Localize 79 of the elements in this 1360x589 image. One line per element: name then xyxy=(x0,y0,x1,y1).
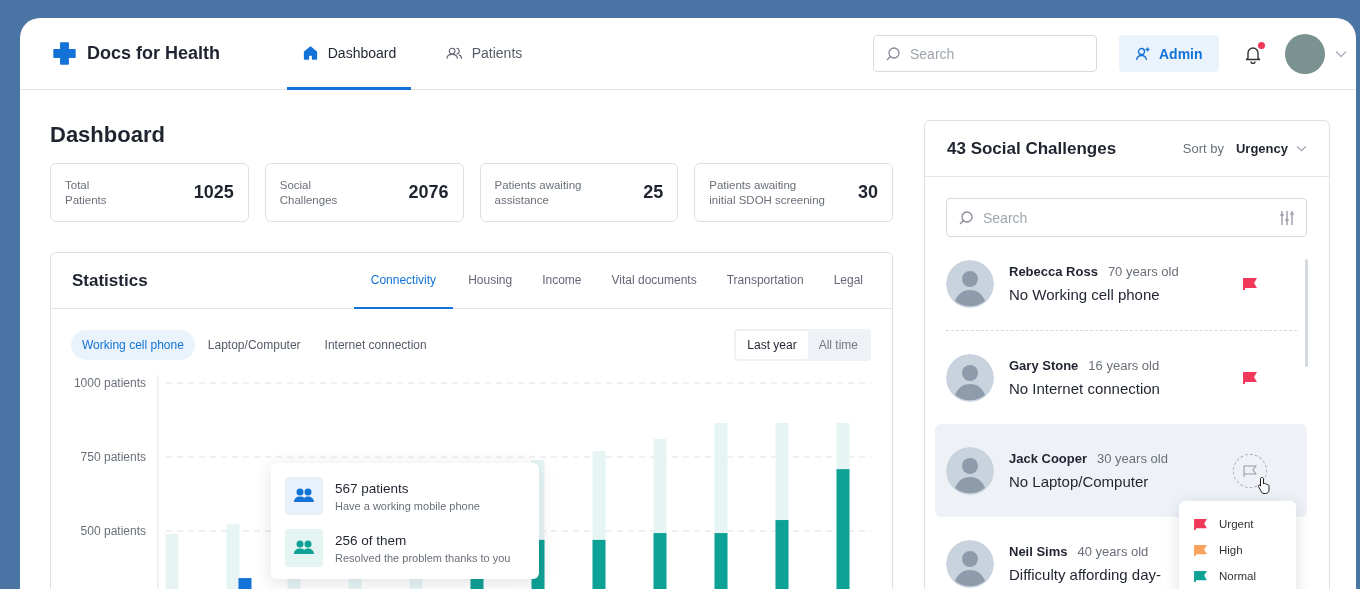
pointer-cursor-icon xyxy=(1257,476,1271,494)
category-tab[interactable]: Housing xyxy=(453,253,528,309)
filter-chip[interactable]: Internet connection xyxy=(313,330,438,360)
flag-outline-icon xyxy=(1243,464,1257,477)
patient-age: 16 years old xyxy=(1088,358,1160,373)
brand-name: Docs for Health xyxy=(87,43,221,64)
tooltip-value: 567 patients xyxy=(335,480,410,496)
challenge-item[interactable]: Neil Sims 40 years old Difficulty affording day- xyxy=(935,517,1174,589)
filter-chip[interactable]: Working cell phone xyxy=(71,330,195,360)
axis-label: 500 patients xyxy=(80,524,146,538)
search-field[interactable]: Search xyxy=(946,198,1307,237)
stat-label: Patients awaiting assistance xyxy=(494,177,582,208)
user-avatar[interactable] xyxy=(1284,33,1325,74)
home-icon xyxy=(301,44,319,61)
avatar-silhouette xyxy=(946,446,994,495)
chart-bar xyxy=(165,533,179,589)
chevron-down-icon[interactable] xyxy=(1334,49,1347,58)
category-tab[interactable]: Income xyxy=(527,253,597,309)
priority-option[interactable]: Normal xyxy=(1179,563,1296,589)
patient-age: 40 years old xyxy=(1077,544,1149,559)
stat-label: Patients awaiting initial SDOH screening xyxy=(709,177,825,208)
chevron-down-icon xyxy=(1296,145,1307,152)
page-title: Dashboard xyxy=(50,122,166,148)
avatar-silhouette xyxy=(946,539,994,588)
stat-value: 2076 xyxy=(408,182,449,203)
patient-name: Gary Stone xyxy=(1009,358,1079,373)
avatar-silhouette xyxy=(946,353,994,402)
challenge-issue: Difficulty affording day- xyxy=(1009,566,1162,583)
category-tab[interactable]: Connectivity xyxy=(353,253,454,309)
filter-chip[interactable]: Laptop/Computer xyxy=(196,330,312,360)
stat-value: 1025 xyxy=(193,182,234,203)
flag-icon[interactable] xyxy=(1243,371,1257,384)
priority-label: Urgent xyxy=(1219,518,1254,530)
category-tab[interactable]: Legal xyxy=(818,253,878,309)
stat-label: Total Patients xyxy=(65,177,107,208)
scrollbar[interactable] xyxy=(1305,259,1308,367)
sort-dropdown[interactable]: Urgency xyxy=(1223,141,1307,156)
people-icon xyxy=(285,529,323,567)
category-tab[interactable]: Transportation xyxy=(711,253,819,309)
challenge-item[interactable]: Rebecca Ross 70 years old No Working cell phone xyxy=(935,237,1307,330)
patient-name: Jack Cooper xyxy=(1009,451,1088,466)
avatar-silhouette xyxy=(946,259,994,308)
card-title: Statistics xyxy=(72,270,148,291)
challenge-issue: No Working cell phone xyxy=(1009,286,1161,303)
tooltip-caption: Resolved the problem thanks to you xyxy=(335,551,511,564)
priority-label: Normal xyxy=(1219,570,1257,582)
nav-tab[interactable]: Dashboard xyxy=(287,18,411,90)
category-tab[interactable]: Vital documents xyxy=(596,253,712,309)
patient-age: 30 years old xyxy=(1097,451,1168,466)
priority-label: High xyxy=(1219,544,1243,556)
stat-value: 30 xyxy=(857,182,878,203)
challenge-item[interactable]: Gary Stone 16 years old No Internet connection xyxy=(935,331,1307,424)
challenge-item[interactable]: Jack Cooper 30 years old No Laptop/Computer xyxy=(935,424,1307,517)
period-option[interactable]: All time xyxy=(807,331,869,359)
search-field[interactable]: Search xyxy=(873,35,1097,72)
flag-icon[interactable] xyxy=(1243,277,1257,290)
patient-age: 70 years old xyxy=(1107,264,1179,279)
axis-label: 750 patients xyxy=(80,450,146,464)
cross-logo-icon xyxy=(52,41,77,66)
people-icon xyxy=(285,477,323,515)
stat-label: Social Challenges xyxy=(279,177,338,208)
patient-name: Rebecca Ross xyxy=(1009,264,1098,279)
admin-button[interactable]: Admin xyxy=(1119,35,1219,72)
panel-title: 43 Social Challenges xyxy=(947,138,1117,159)
filter-sliders-icon[interactable] xyxy=(1279,209,1295,226)
tooltip-caption: Have a working mobile phone xyxy=(335,499,480,512)
patient-name: Neil Sims xyxy=(1009,544,1068,559)
priority-option[interactable]: High xyxy=(1179,537,1296,563)
user-plus-icon xyxy=(1135,45,1151,62)
challenge-issue: No Laptop/Computer xyxy=(1009,473,1150,490)
period-option[interactable]: Last year xyxy=(736,331,808,359)
axis-label: 1000 patients xyxy=(73,376,146,390)
sort-label: Sort by xyxy=(1182,141,1224,156)
nav-tab[interactable]: Patients xyxy=(429,18,539,90)
tooltip-value: 256 of them xyxy=(335,532,408,548)
challenge-issue: No Internet connection xyxy=(1009,380,1161,397)
stat-value: 25 xyxy=(643,182,664,203)
search-icon xyxy=(885,45,901,62)
search-icon xyxy=(958,209,974,226)
